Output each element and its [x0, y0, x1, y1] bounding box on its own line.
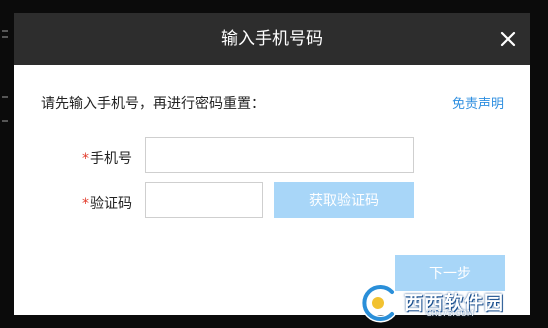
- disclaimer-link[interactable]: 免责声明: [452, 93, 504, 112]
- required-mark: *: [82, 196, 89, 212]
- cr-logo-icon: [360, 283, 396, 323]
- phone-label: *手机号: [82, 148, 132, 168]
- phone-input[interactable]: [145, 137, 414, 173]
- phone-label-text: 手机号: [90, 151, 132, 167]
- close-icon: [500, 31, 516, 47]
- verification-code-input[interactable]: [145, 182, 263, 218]
- watermark: 西西软件园 CR173.COM: [352, 282, 542, 324]
- code-label: *验证码: [82, 193, 132, 213]
- window-frame: 输入手机号码 请先输入手机号，再进行密码重置： 免责声明 *手机号 *验证码 获…: [0, 0, 548, 328]
- reset-password-dialog: 输入手机号码 请先输入手机号，再进行密码重置： 免责声明 *手机号 *验证码 获…: [14, 13, 530, 315]
- required-mark: *: [82, 151, 89, 167]
- watermark-domain: CR173.COM: [426, 309, 474, 318]
- edge-marks: [2, 30, 8, 122]
- dialog-titlebar: 输入手机号码: [14, 13, 530, 65]
- code-label-text: 验证码: [90, 196, 132, 212]
- intro-text: 请先输入手机号，再进行密码重置：: [41, 96, 265, 112]
- dialog-title: 输入手机号码: [221, 29, 323, 49]
- get-code-button[interactable]: 获取验证码: [274, 182, 414, 218]
- close-button[interactable]: [496, 27, 520, 51]
